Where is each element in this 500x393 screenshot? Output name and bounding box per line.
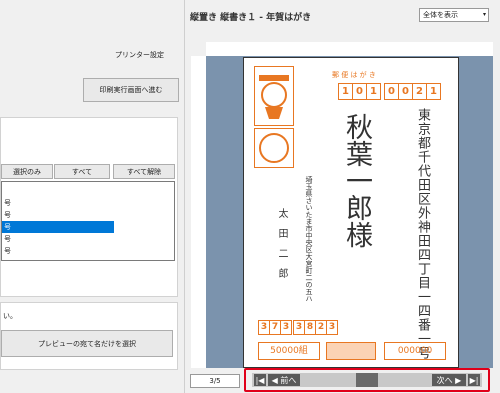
postal-digit: 1: [366, 83, 381, 100]
left-panel: プリンター設定 印刷実行画面へ進む 選択のみ すべて すべて解除 号 号 号 号…: [0, 0, 185, 393]
prev-page-button[interactable]: ◀ 前へ: [268, 374, 300, 386]
list-item[interactable]: 号: [2, 209, 11, 221]
sender-name: 太田二郎: [276, 208, 287, 288]
clear-all-button[interactable]: すべて解除: [113, 164, 175, 179]
zoom-select[interactable]: 全体を表示 ▾: [419, 8, 489, 22]
last-page-button[interactable]: ▶|: [468, 374, 480, 386]
preview-title: 縦置き 縦書き１ - 年賀はがき: [190, 13, 312, 23]
name-char: 葉: [341, 140, 372, 167]
recipient-panel: 選択のみ すべて すべて解除 号 号 号 号 号: [0, 117, 178, 297]
lottery-right: 000000: [384, 342, 446, 360]
print-screen-button[interactable]: 印刷実行画面へ進む: [83, 78, 179, 102]
name-char: 秋: [341, 113, 372, 140]
stamp-emblem-icon: [254, 128, 294, 168]
preview-select-button[interactable]: プレビューの宛て名だけを選択: [1, 330, 173, 357]
sender-postal-digit: 3: [280, 320, 292, 335]
postal-digit: 1: [426, 83, 441, 100]
select-only-button[interactable]: 選択のみ: [1, 164, 53, 179]
recipient-address: 東京都千代田区外神田四丁目一四番一号: [415, 108, 430, 360]
printer-settings-label: プリンター設定: [115, 51, 164, 59]
name-char: 様: [341, 221, 372, 248]
sender-postal-digit: 3: [326, 320, 338, 335]
list-item[interactable]: 号: [2, 245, 11, 257]
postal-digit: 2: [412, 83, 427, 100]
recipient-list[interactable]: 号 号 号 号 号: [1, 181, 175, 261]
select-all-button[interactable]: すべて: [54, 164, 110, 179]
horizontal-ruler: [206, 42, 493, 57]
postcard-header: 郵 便 は が き: [332, 71, 376, 79]
name-char: 一: [341, 167, 372, 194]
scroll-thumb[interactable]: [356, 373, 378, 387]
first-page-button[interactable]: |◀: [254, 374, 266, 386]
postal-digit: 1: [338, 83, 353, 100]
postcard: 郵 便 は が き 1 0 1 0 0 2 1 東京都千代田区外神田四丁目一四番…: [243, 57, 459, 368]
vertical-ruler: [191, 56, 207, 368]
postal-digit: 0: [352, 83, 367, 100]
list-item[interactable]: 号: [2, 233, 11, 245]
zoom-select-value: 全体を表示: [423, 11, 458, 19]
postal-digit: 0: [384, 83, 399, 100]
list-item[interactable]: 号: [2, 197, 11, 209]
sender-address: 埼玉県さいたま市中央区大宮町二の五ハ: [305, 176, 313, 302]
name-char: 郎: [341, 194, 372, 221]
preview-panel: い。 プレビューの宛て名だけを選択: [0, 302, 178, 370]
recipient-name: 秋 葉 一 郎 様: [334, 113, 374, 248]
lottery-image-icon: [326, 342, 376, 360]
chevron-down-icon: ▾: [482, 11, 486, 18]
notice-text: い。: [3, 312, 17, 320]
lottery-left: 50000組: [258, 342, 320, 360]
stamp-icon: [254, 66, 294, 126]
list-item-selected[interactable]: 号: [2, 221, 114, 233]
next-page-button[interactable]: 次へ ▶: [432, 374, 466, 386]
page-counter: 3/5: [190, 374, 240, 388]
postal-digit: 0: [398, 83, 413, 100]
